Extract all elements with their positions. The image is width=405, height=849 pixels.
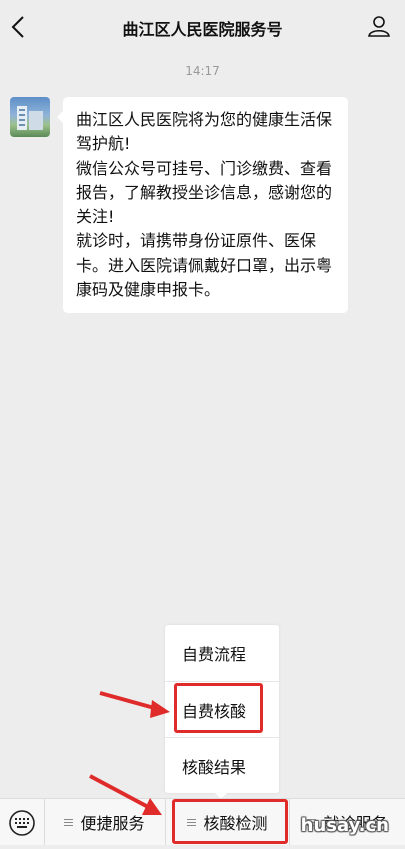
submenu-item-test-results[interactable]: 核酸结果 xyxy=(165,737,279,793)
watermark: husay.cn xyxy=(300,815,389,836)
page-title: 曲江区人民医院服务号 xyxy=(122,20,283,39)
arrow-icon xyxy=(99,691,170,718)
profile-button[interactable] xyxy=(367,14,391,38)
annotation-highlight-box xyxy=(174,683,263,733)
keyboard-toggle-button[interactable] xyxy=(0,799,45,845)
submenu-item-self-pay-process[interactable]: 自费流程 xyxy=(165,625,279,681)
top-nav-bar: 曲江区人民医院服务号 xyxy=(0,0,405,54)
message-paragraph: 曲江区人民医院将为您的健康生活保驾护航! xyxy=(76,110,333,154)
menu-button-label: 便捷服务 xyxy=(80,814,145,833)
message-paragraph: 就诊时，请携带身份证原件、医保卡。进入医院请佩戴好口罩，出示粤康码及健康申报卡。 xyxy=(76,231,333,300)
submenu-item-label: 自费流程 xyxy=(182,645,247,664)
keyboard-icon xyxy=(9,810,35,836)
menu-lines-icon xyxy=(64,818,74,827)
message-paragraph: 微信公众号可挂号、门诊缴费、查看报告，了解教授坐诊信息，感谢您的关注! xyxy=(76,158,333,227)
annotation-highlight-box xyxy=(172,799,288,844)
submenu-item-label: 核酸结果 xyxy=(182,757,247,777)
menu-button-convenient-services[interactable]: 便捷服务 xyxy=(44,799,166,845)
person-icon xyxy=(368,16,390,37)
avatar[interactable] xyxy=(10,97,50,137)
message-bubble[interactable]: 曲江区人民医院将为您的健康生活保驾护航! 微信公众号可挂号、门诊缴费、查看报告，… xyxy=(57,97,348,314)
message-timestamp: 14:17 xyxy=(185,64,220,78)
